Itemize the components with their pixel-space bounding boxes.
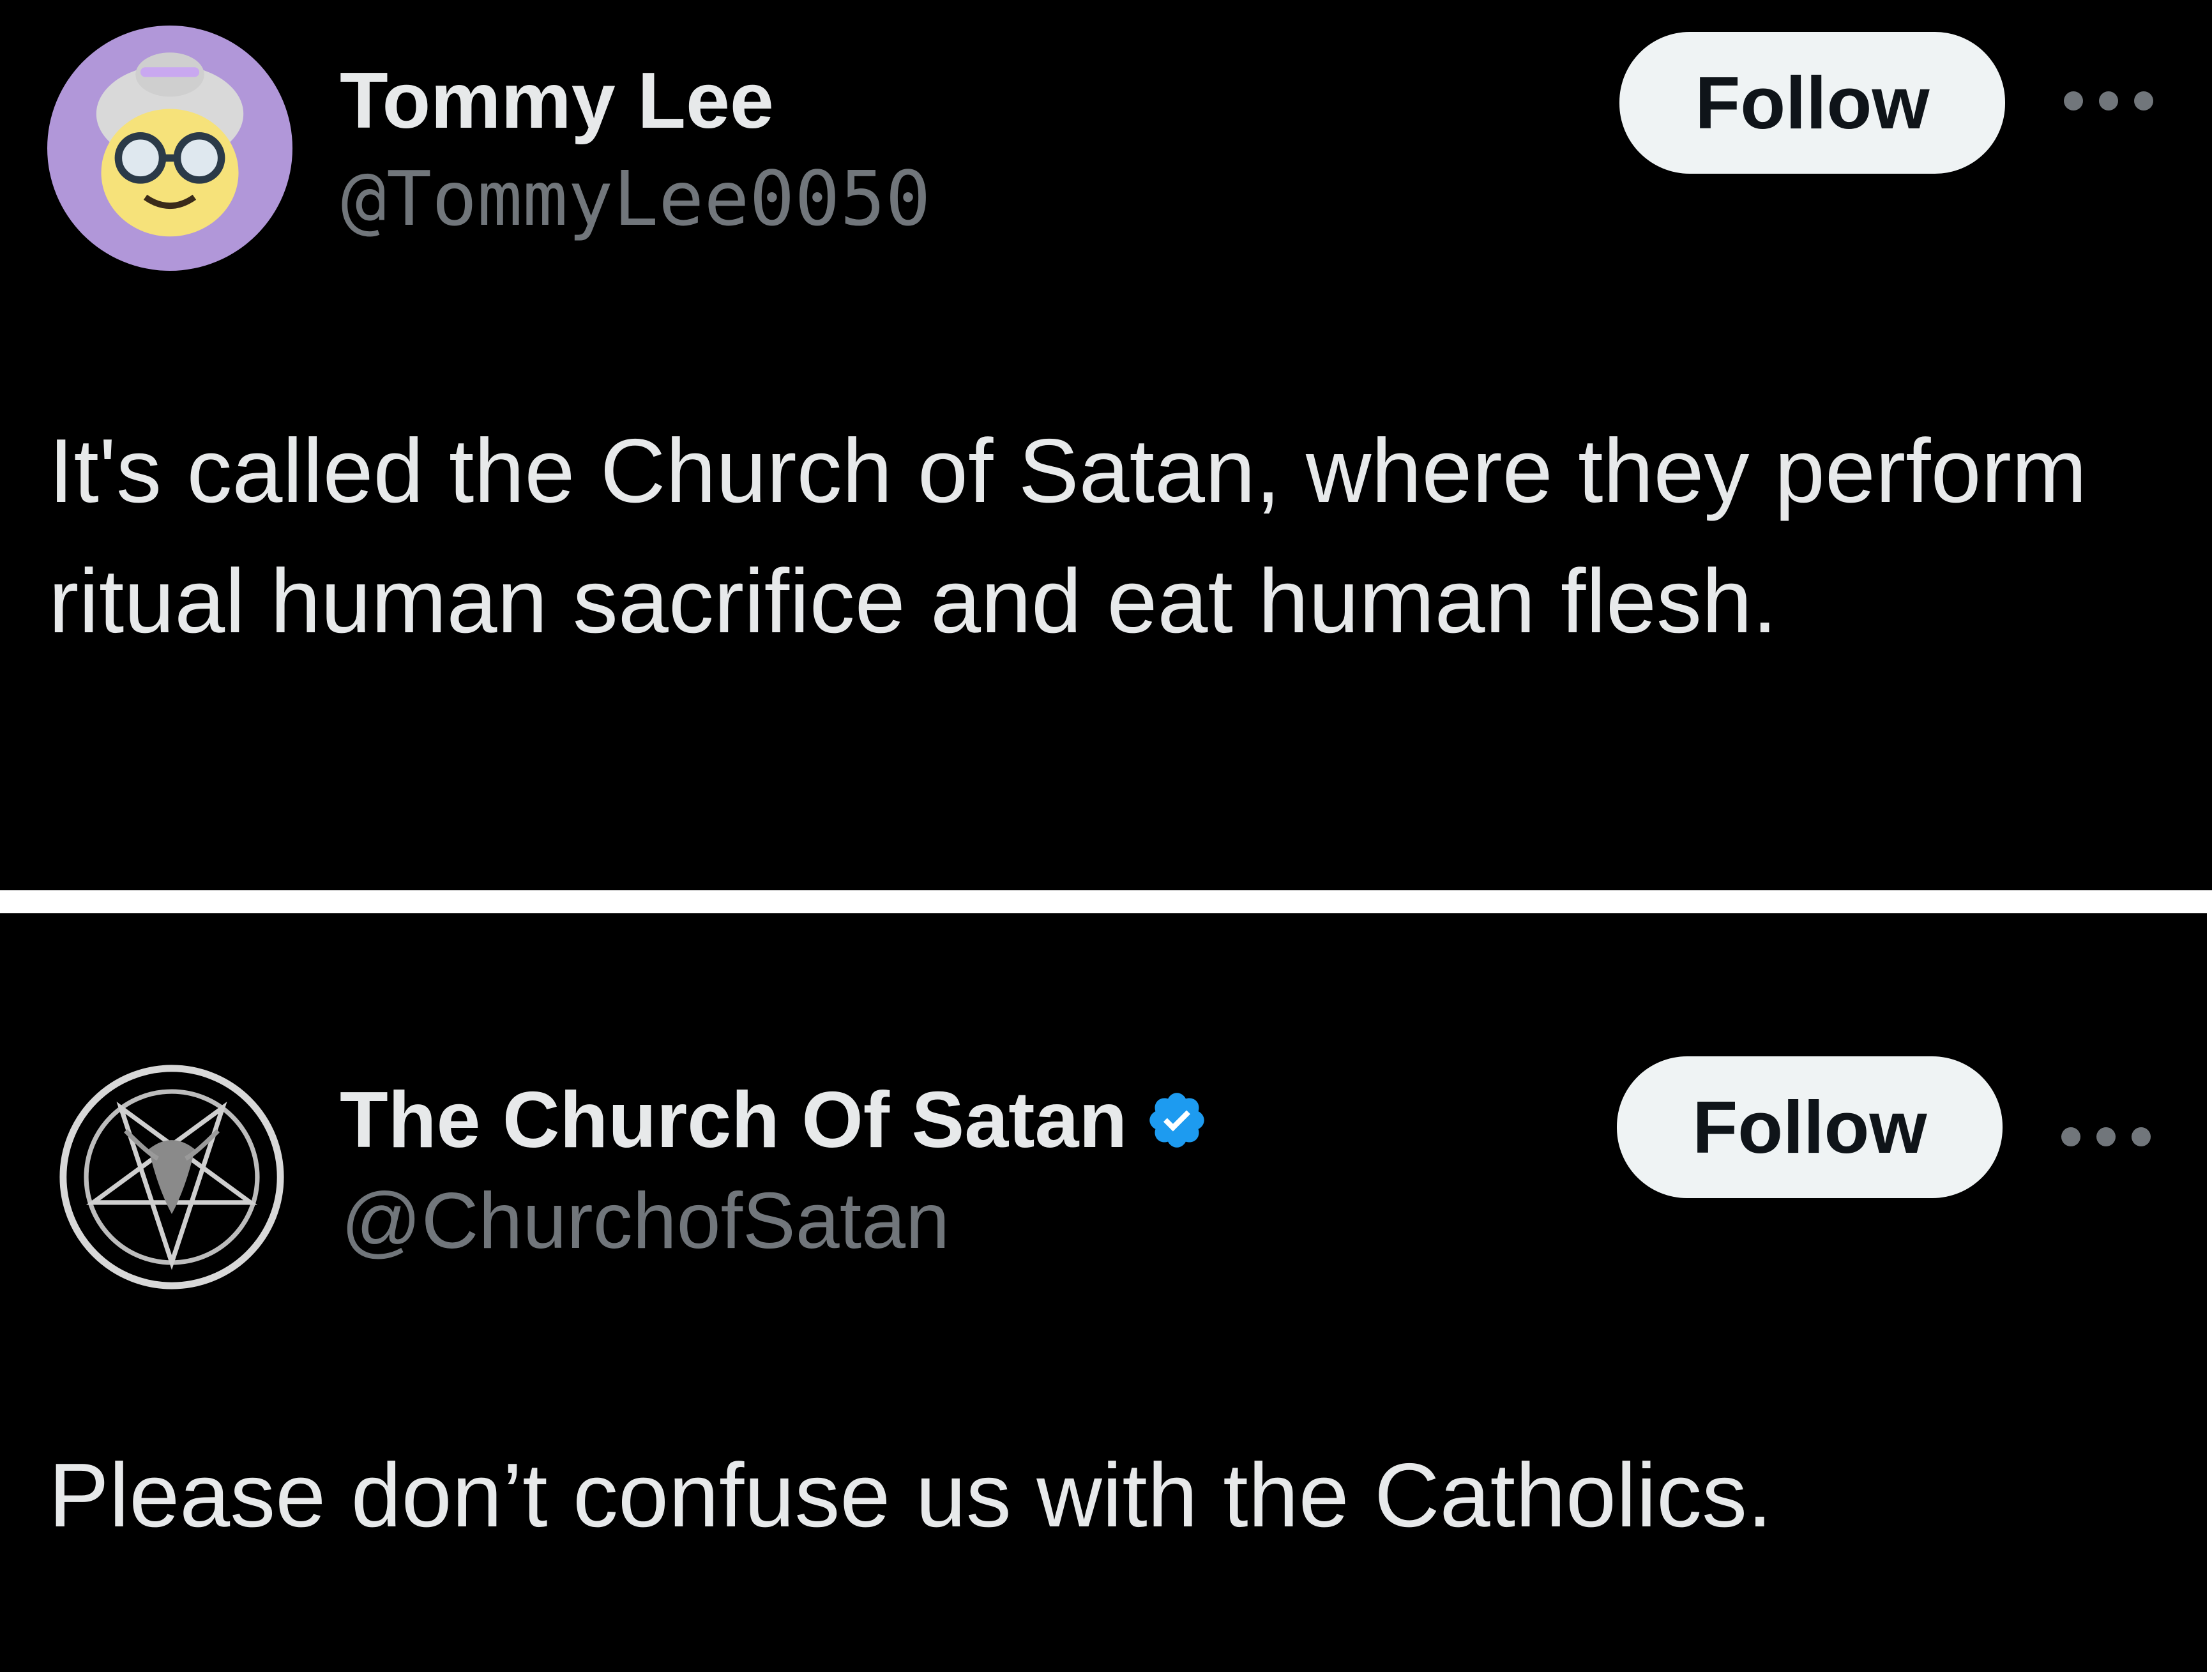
verified-badge-icon[interactable] (1145, 1088, 1209, 1152)
display-name[interactable]: Tommy Lee (340, 61, 774, 141)
tweet-text: It's called the Church of Satan, where t… (49, 420, 2087, 652)
tweet-card-church-of-satan: The Church Of Satan @ChurchofSatan Follo… (0, 913, 2207, 1672)
follow-button[interactable]: Follow (1619, 32, 2005, 174)
display-name[interactable]: The Church Of Satan (340, 1081, 1127, 1160)
user-handle[interactable]: @ChurchofSatan (341, 1182, 950, 1261)
more-horizontal-icon[interactable] (2064, 88, 2153, 114)
tweet-text: Please don’t confuse us with the Catholi… (49, 1445, 1773, 1546)
user-handle[interactable]: @TommyLee0050 (341, 161, 931, 236)
display-name-row[interactable]: The Church Of Satan (340, 1081, 1209, 1160)
tweet-card-tommy-lee: Tommy Lee @TommyLee0050 Follow It's call… (0, 0, 2212, 890)
sigil-avatar-icon[interactable] (56, 1061, 287, 1293)
follow-button[interactable]: Follow (1617, 1056, 2003, 1198)
grandma-avatar-icon[interactable] (47, 26, 292, 271)
screenshot-edge (2207, 913, 2212, 1672)
more-horizontal-icon[interactable] (2061, 1124, 2151, 1150)
